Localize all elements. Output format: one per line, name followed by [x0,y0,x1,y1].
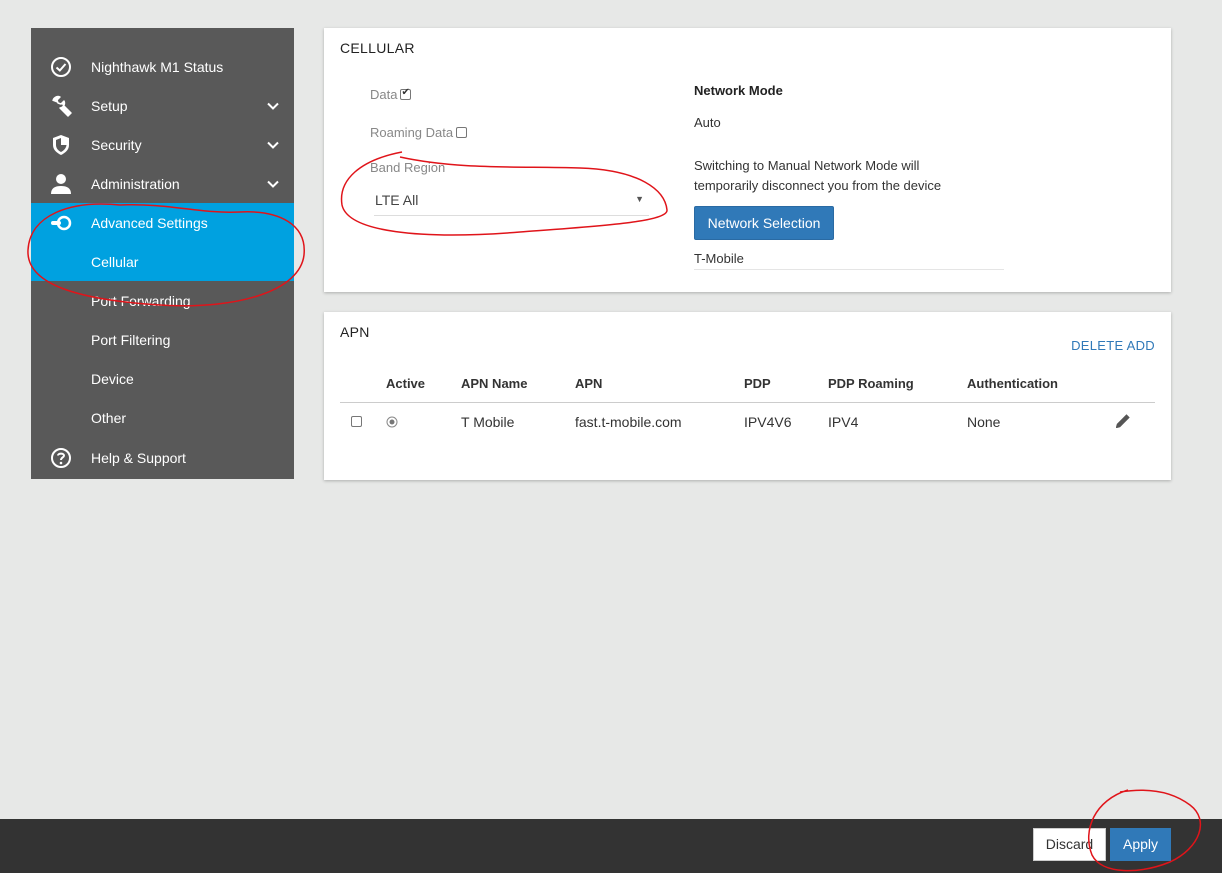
chevron-down-icon [267,180,279,188]
sidebar-item-advanced-settings[interactable]: Advanced Settings [31,203,294,242]
apn-card: APN DELETE ADD Active APN Name APN PDP P… [324,312,1171,480]
sidebar-item-label: Other [91,409,127,426]
apply-button[interactable]: Apply [1110,828,1171,861]
sidebar-item-label: Help & Support [91,449,186,466]
edit-pencil-icon[interactable] [1114,412,1132,430]
sidebar-item-administration[interactable]: Administration [31,164,294,203]
network-selection-button[interactable]: Network Selection [694,206,834,240]
footer-bar: Discard Apply [0,819,1222,873]
pdp-roaming-cell: IPV4 [828,414,859,430]
card-title: CELLULAR [340,40,415,56]
pdp-cell: IPV4V6 [744,414,792,430]
sidebar: Nighthawk M1 Status Setup Security Admin… [31,28,294,479]
sidebar-item-label: Administration [91,175,180,192]
sidebar-item-other[interactable]: Other [31,398,294,437]
sidebar-item-label: Port Filtering [91,331,171,348]
chevron-down-icon [267,102,279,110]
sidebar-item-status[interactable]: Nighthawk M1 Status [31,47,294,86]
sidebar-item-label: Port Forwarding [91,292,191,309]
sidebar-item-label: Nighthawk M1 Status [91,58,224,75]
column-header-pdp-roaming: PDP Roaming [828,376,914,391]
sidebar-item-label: Setup [91,97,128,114]
sidebar-item-label: Security [91,136,142,153]
cellular-card: CELLULAR Data Roaming Data Band Region L… [324,28,1171,292]
apn-name-cell: T Mobile [461,414,515,430]
active-radio[interactable] [386,416,398,428]
help-icon [51,447,71,468]
switch-note-line2: temporarily disconnect you from the devi… [694,178,942,193]
add-link[interactable]: ADD [1127,338,1155,353]
network-mode-value: Auto [694,115,721,130]
user-icon [51,173,71,194]
discard-button[interactable]: Discard [1033,828,1106,861]
data-label: Data [370,87,398,102]
sidebar-item-security[interactable]: Security [31,125,294,164]
sidebar-item-port-filtering[interactable]: Port Filtering [31,320,294,359]
band-region-value: LTE All [375,192,419,208]
data-checkbox[interactable] [400,87,412,100]
band-region-select[interactable]: LTE All ▼ [374,186,649,216]
sidebar-item-label: Device [91,370,134,387]
band-region-label: Band Region [370,160,446,175]
column-header-authentication: Authentication [967,376,1058,391]
toggle-icon [51,215,72,230]
data-field: Data [370,87,412,102]
table-divider [340,402,1155,403]
sidebar-item-label: Cellular [91,253,139,270]
apn-cell: fast.t-mobile.com [575,414,682,430]
card-title: APN [340,324,370,340]
sidebar-item-cellular[interactable]: Cellular [31,242,294,281]
sidebar-item-label: Advanced Settings [91,214,208,231]
network-mode-label: Network Mode [694,83,783,98]
chevron-down-icon [267,141,279,149]
authentication-cell: None [967,414,1001,430]
row-select-checkbox[interactable] [351,416,362,427]
sidebar-item-setup[interactable]: Setup [31,86,294,125]
column-header-apn-name: APN Name [461,376,528,391]
roaming-checkbox[interactable] [456,127,468,138]
roaming-label: Roaming Data [370,125,454,140]
sidebar-item-device[interactable]: Device [31,359,294,398]
roaming-field: Roaming Data [370,125,468,140]
column-header-apn: APN [575,376,603,391]
sidebar-item-port-forwarding[interactable]: Port Forwarding [31,281,294,320]
switch-note-line1: Switching to Manual Network Mode will [694,158,920,173]
wrench-icon [52,95,72,117]
column-header-active: Active [386,376,426,391]
check-circle-icon [51,56,71,77]
delete-link[interactable]: DELETE [1071,338,1123,353]
caret-down-icon: ▼ [635,194,644,204]
shield-icon [53,134,69,155]
sidebar-item-help-support[interactable]: Help & Support [31,438,294,477]
network-operator: T-Mobile [694,251,1004,270]
apn-actions: DELETE ADD [1071,338,1155,353]
column-header-pdp: PDP [744,376,771,391]
